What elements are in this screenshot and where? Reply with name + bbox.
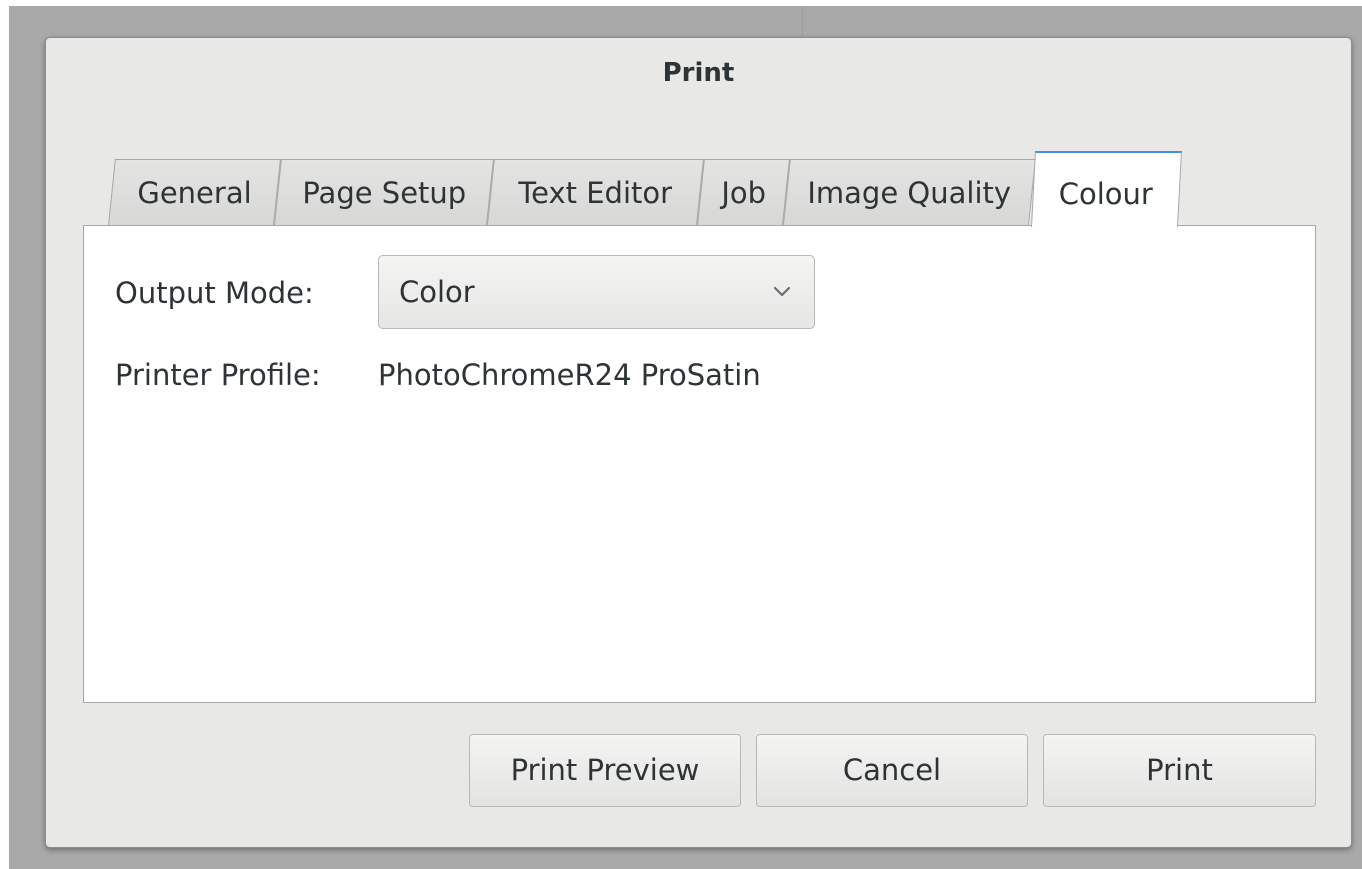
cancel-button[interactable]: Cancel [756, 734, 1028, 807]
print-dialog: Print General Page Setup Text Editor Job… [45, 37, 1352, 848]
dialog-title: Print [662, 58, 735, 88]
chevron-down-icon [773, 286, 791, 297]
tab-label: Text Editor [518, 176, 673, 210]
backdrop-divider [802, 6, 803, 36]
tab-job[interactable]: Job [697, 159, 790, 225]
tab-text-editor[interactable]: Text Editor [487, 159, 704, 225]
tab-label: Image Quality [807, 176, 1012, 210]
tab-page-setup[interactable]: Page Setup [274, 159, 494, 225]
tab-label: Colour [1059, 177, 1154, 211]
printer-profile-value: PhotoChromeR24 ProSatin [378, 358, 761, 392]
print-preview-button[interactable]: Print Preview [469, 734, 741, 807]
tab-label: Page Setup [301, 176, 466, 210]
tab-image-quality[interactable]: Image Quality [783, 159, 1036, 225]
printer-profile-label: Printer Profile: [115, 358, 321, 392]
output-mode-value: Color [399, 275, 475, 309]
tab-general[interactable]: General [108, 159, 281, 225]
colour-tab-panel: Output Mode: Color Printer Profile: Phot… [83, 225, 1316, 703]
output-mode-combobox[interactable]: Color [378, 255, 815, 329]
tab-label: General [137, 176, 252, 210]
output-mode-label: Output Mode: [115, 276, 314, 310]
tab-colour[interactable]: Colour [1031, 151, 1182, 227]
tab-label: Job [721, 176, 766, 210]
print-button[interactable]: Print [1043, 734, 1316, 807]
